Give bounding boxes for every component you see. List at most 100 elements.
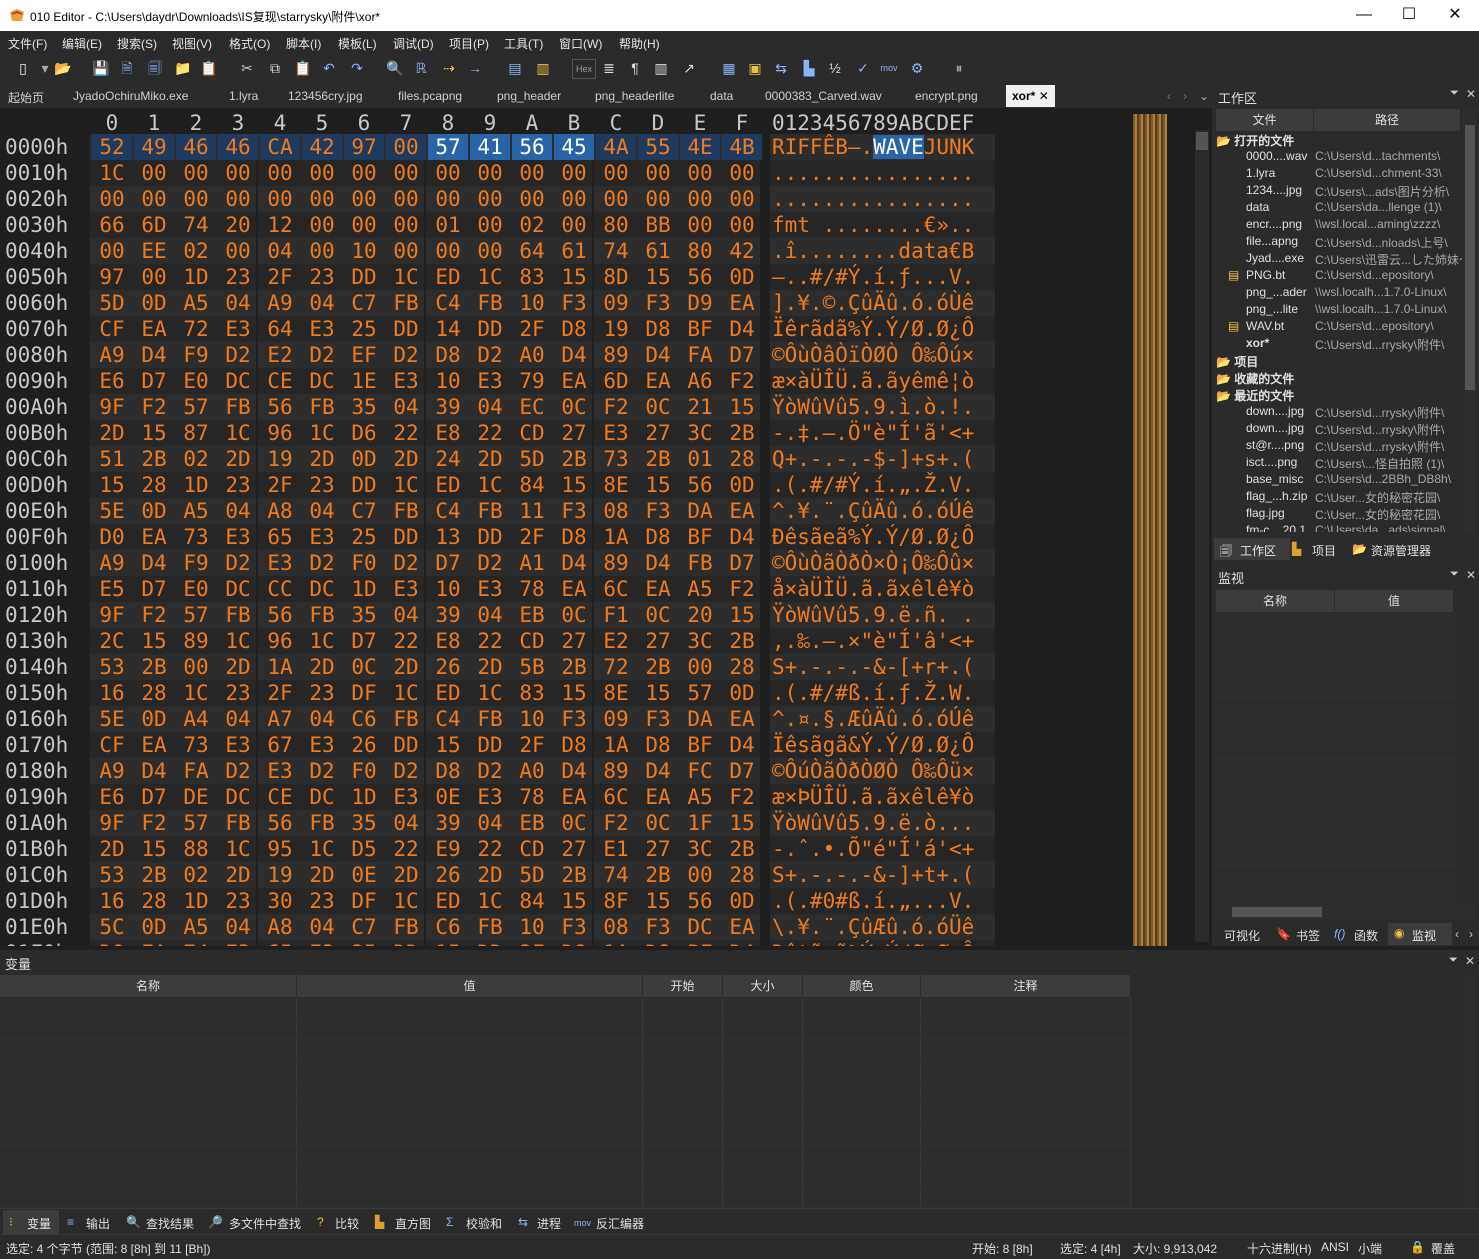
hex-byte[interactable]: 22: [470, 628, 510, 654]
status-endian[interactable]: 小端: [1358, 1240, 1382, 1257]
hex-byte[interactable]: 2B: [722, 420, 762, 446]
hex-byte[interactable]: D4: [554, 550, 594, 576]
hex-byte[interactable]: F9: [176, 550, 216, 576]
tab-process[interactable]: 进程: [537, 1215, 561, 1232]
hex-byte[interactable]: C7: [344, 498, 384, 524]
hex-byte[interactable]: CC: [260, 576, 300, 602]
hex-byte[interactable]: F1: [596, 602, 636, 628]
ascii-text[interactable]: ^.¥.¨.ÇûÄû.ó.óÚê: [772, 498, 974, 524]
hex-byte[interactable]: 0D: [722, 888, 762, 914]
hex-editor[interactable]: 0 1 2 3 4 5 6 7 8 9 A B C D E F 0123456789ABCDEF 0000h 52…: [0, 108, 1212, 946]
hex-byte[interactable]: 25: [344, 524, 384, 550]
hex-byte[interactable]: 46: [218, 134, 258, 160]
hex-row[interactable]: 00A0h 9F F2 57 FB 56 FB 35 04 39 04 EC 0C F2 0C 21 15 ŸòW…: [0, 394, 1000, 420]
hex-byte[interactable]: 08: [596, 914, 636, 940]
hex-byte[interactable]: 0C: [344, 654, 384, 680]
hex-byte[interactable]: BF: [680, 316, 720, 342]
hex-byte[interactable]: 5E: [92, 706, 132, 732]
hex-byte[interactable]: 67: [260, 732, 300, 758]
tab-find-results[interactable]: 查找结果: [146, 1215, 194, 1232]
hex-byte[interactable]: FA: [176, 758, 216, 784]
new-file-dropdown-icon[interactable]: ▾: [36, 59, 54, 77]
hex-byte[interactable]: 95: [260, 836, 300, 862]
template-icon[interactable]: ▤: [506, 59, 524, 77]
hex-byte[interactable]: 74: [176, 940, 216, 946]
hex-byte[interactable]: 61: [638, 238, 678, 264]
hex-byte[interactable]: FB: [302, 810, 342, 836]
hex-byte[interactable]: 56: [680, 264, 720, 290]
hex-byte[interactable]: 1C: [386, 888, 426, 914]
hex-byte[interactable]: 28: [722, 446, 762, 472]
hex-byte[interactable]: 15: [134, 420, 174, 446]
hex-byte[interactable]: 15: [638, 888, 678, 914]
hex-row[interactable]: 0170h CF EA 73 E3 67 E3 26 DD 15 DD 2F D8 1A D8 BF D4 Ïês…: [0, 732, 1000, 758]
calculator-icon[interactable]: ▦: [720, 59, 738, 77]
hex-byte[interactable]: DD: [470, 316, 510, 342]
hex-byte[interactable]: D2: [470, 550, 510, 576]
hex-byte[interactable]: DD: [386, 316, 426, 342]
hex-byte[interactable]: FB: [470, 914, 510, 940]
workspace-scrollbar[interactable]: [1463, 109, 1477, 534]
hex-byte[interactable]: 00: [638, 160, 678, 186]
hex-byte[interactable]: 04: [470, 602, 510, 628]
hex-byte[interactable]: 0E: [344, 862, 384, 888]
save-as-icon[interactable]: 🗎: [118, 59, 136, 77]
tab-project[interactable]: 项目: [1312, 542, 1336, 559]
group-project[interactable]: 📂 项目: [1216, 353, 1258, 370]
hex-byte[interactable]: 56: [260, 394, 300, 420]
hex-byte[interactable]: 2B: [554, 654, 594, 680]
hex-byte[interactable]: 4A: [596, 134, 636, 160]
hex-byte[interactable]: F3: [638, 914, 678, 940]
group-open-files[interactable]: 📂 打开的文件: [1216, 132, 1294, 149]
status-mode[interactable]: 十六进制(H): [1247, 1240, 1312, 1257]
hex-byte[interactable]: D4: [722, 732, 762, 758]
hex-byte[interactable]: 00: [596, 160, 636, 186]
hex-byte[interactable]: 04: [470, 810, 510, 836]
hex-byte[interactable]: 80: [596, 212, 636, 238]
hex-byte[interactable]: DA: [680, 498, 720, 524]
hex-byte[interactable]: 13: [428, 524, 468, 550]
menu-debug[interactable]: 调试(D): [393, 35, 434, 52]
hex-byte[interactable]: 3C: [680, 420, 720, 446]
hex-byte[interactable]: 56: [680, 888, 720, 914]
hex-byte[interactable]: 4B: [722, 134, 762, 160]
hex-byte[interactable]: A5: [680, 784, 720, 810]
hex-byte[interactable]: 00: [512, 186, 552, 212]
hex-byte[interactable]: D4: [638, 550, 678, 576]
monitor-menu-icon[interactable]: ⏷: [1450, 568, 1459, 581]
hex-byte[interactable]: 23: [218, 472, 258, 498]
hex-byte[interactable]: DC: [302, 784, 342, 810]
monitor-row[interactable]: [1216, 718, 1457, 739]
hex-byte[interactable]: 30: [260, 888, 300, 914]
hex-byte[interactable]: 0C: [638, 602, 678, 628]
hex-byte[interactable]: A0: [512, 758, 552, 784]
tab-output[interactable]: 输出: [86, 1215, 110, 1232]
hex-byte[interactable]: 1A: [596, 524, 636, 550]
hex-byte[interactable]: 02: [176, 238, 216, 264]
hex-byte[interactable]: E3: [260, 758, 300, 784]
monitor-col-name[interactable]: 名称: [1216, 590, 1335, 612]
hex-row[interactable]: 0070h CF EA 72 E3 64 E3 25 DD 14 DD 2F D8 19 D8 BF D4 Ïêr…: [0, 316, 1000, 342]
hex-byte[interactable]: 15: [722, 394, 762, 420]
hex-byte[interactable]: 00: [386, 238, 426, 264]
hex-byte[interactable]: CD: [512, 836, 552, 862]
hex-byte[interactable]: 53: [92, 862, 132, 888]
variables-row[interactable]: [0, 1040, 1133, 1061]
hex-byte[interactable]: E3: [386, 784, 426, 810]
hex-byte[interactable]: DA: [680, 706, 720, 732]
ascii-text[interactable]: Q+.-.-.-$-]+s+.(: [772, 446, 974, 472]
hex-byte[interactable]: 46: [176, 134, 216, 160]
hex-byte[interactable]: DC: [218, 368, 258, 394]
hex-byte[interactable]: 00: [470, 238, 510, 264]
group-recent-files[interactable]: 📂 最近的文件: [1216, 387, 1294, 404]
variables-menu-icon[interactable]: ⏷: [1449, 954, 1458, 967]
group-favorites[interactable]: 📂 收藏的文件: [1216, 370, 1294, 387]
hex-byte[interactable]: E3: [596, 420, 636, 446]
hex-byte[interactable]: 15: [554, 680, 594, 706]
hex-byte[interactable]: 66: [92, 212, 132, 238]
hex-byte[interactable]: 1C: [470, 264, 510, 290]
hex-byte[interactable]: EA: [134, 524, 174, 550]
hex-byte[interactable]: DD: [470, 524, 510, 550]
hex-byte[interactable]: 19: [596, 316, 636, 342]
variables-row[interactable]: [0, 1061, 1133, 1082]
